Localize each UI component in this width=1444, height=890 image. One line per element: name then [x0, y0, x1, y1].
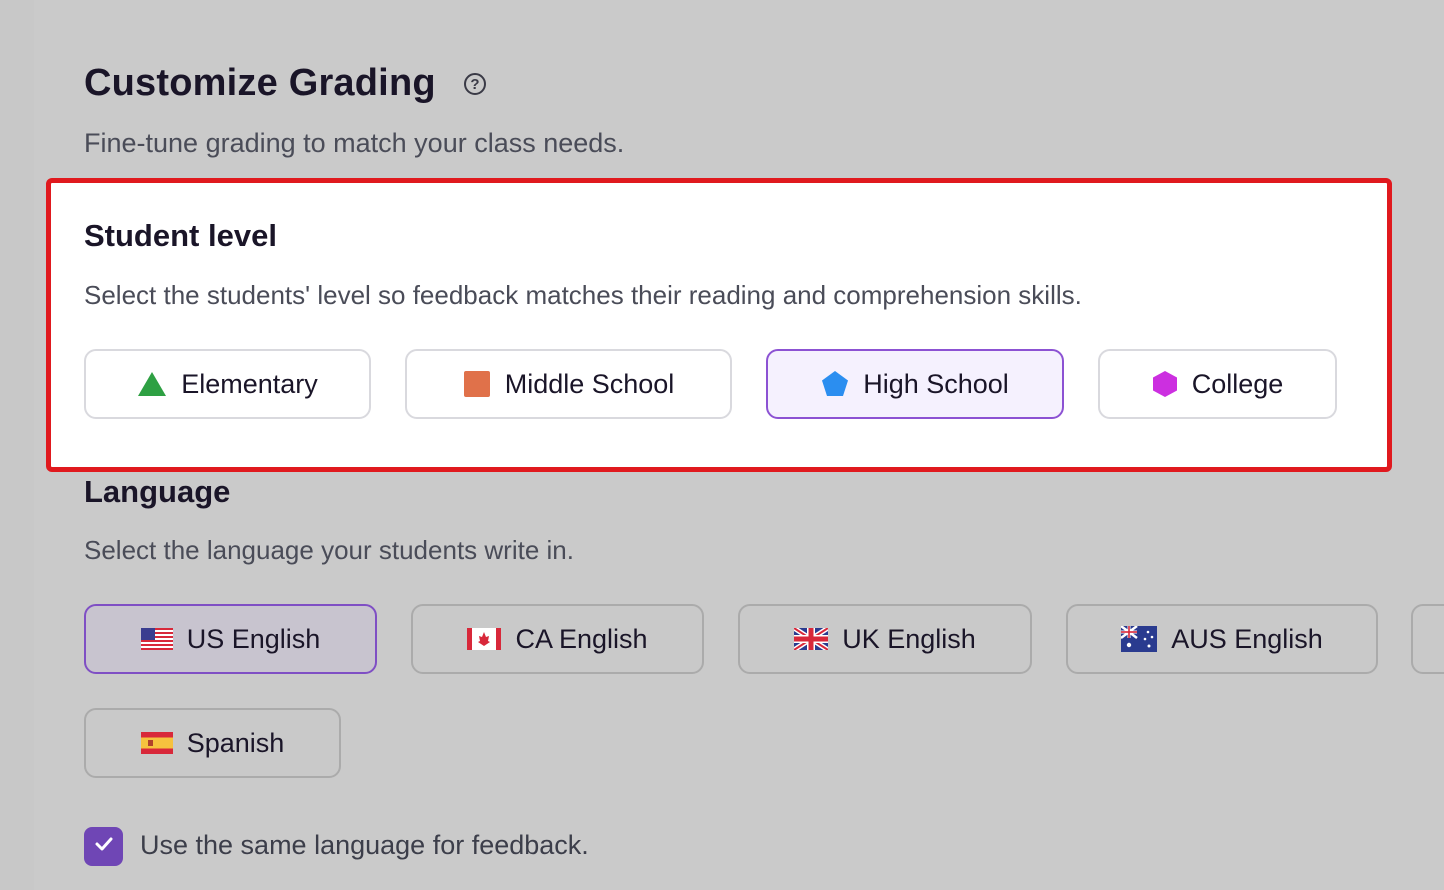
language-option-label: AUS English: [1171, 623, 1323, 654]
help-icon[interactable]: ?: [464, 73, 486, 95]
level-option-college[interactable]: College: [1098, 349, 1337, 419]
triangle-icon: [137, 371, 167, 397]
language-option-uk-english[interactable]: UK English: [738, 604, 1032, 674]
student-level-description: Select the students' level so feedback m…: [84, 280, 1082, 310]
level-option-high-school[interactable]: High School: [766, 349, 1064, 419]
feedback-language-checkbox[interactable]: [84, 827, 123, 866]
square-icon: [463, 370, 491, 398]
customize-grading-page: Customize Grading ? Fine-tune grading to…: [0, 0, 1444, 890]
page-title: Customize Grading: [84, 62, 436, 104]
language-option-spanish[interactable]: Spanish: [84, 708, 341, 778]
hexagon-icon: [1152, 370, 1178, 398]
language-option-label: US English: [186, 623, 321, 654]
student-level-title: Student level: [84, 218, 277, 253]
feedback-language-label: Use the same language for feedback.: [140, 830, 589, 860]
language-option-ca-english[interactable]: CA English: [411, 604, 704, 674]
us-flag-icon: [140, 628, 173, 650]
language-option-aus-english[interactable]: AUS English: [1066, 604, 1378, 674]
language-option-next-partial[interactable]: [1411, 604, 1444, 674]
language-option-label: Spanish: [186, 727, 285, 758]
page-subtitle: Fine-tune grading to match your class ne…: [84, 128, 625, 158]
language-option-label: UK English: [842, 623, 976, 654]
checkmark-icon: [94, 836, 114, 857]
level-option-middle-school[interactable]: Middle School: [405, 349, 732, 419]
language-option-us-english[interactable]: US English: [84, 604, 377, 674]
language-option-label: CA English: [515, 623, 648, 654]
level-option-elementary[interactable]: Elementary: [84, 349, 371, 419]
australia-flag-icon: [1121, 626, 1158, 652]
canada-flag-icon: [467, 628, 502, 650]
level-option-label: Elementary: [181, 368, 318, 399]
uk-flag-icon: [794, 628, 829, 650]
pentagon-icon: [821, 370, 849, 398]
language-description: Select the language your students write …: [84, 535, 574, 565]
level-option-label: College: [1191, 368, 1284, 399]
level-option-label: Middle School: [504, 368, 675, 399]
language-title: Language: [84, 474, 231, 509]
level-option-label: High School: [863, 368, 1009, 399]
spain-flag-icon: [140, 732, 173, 754]
